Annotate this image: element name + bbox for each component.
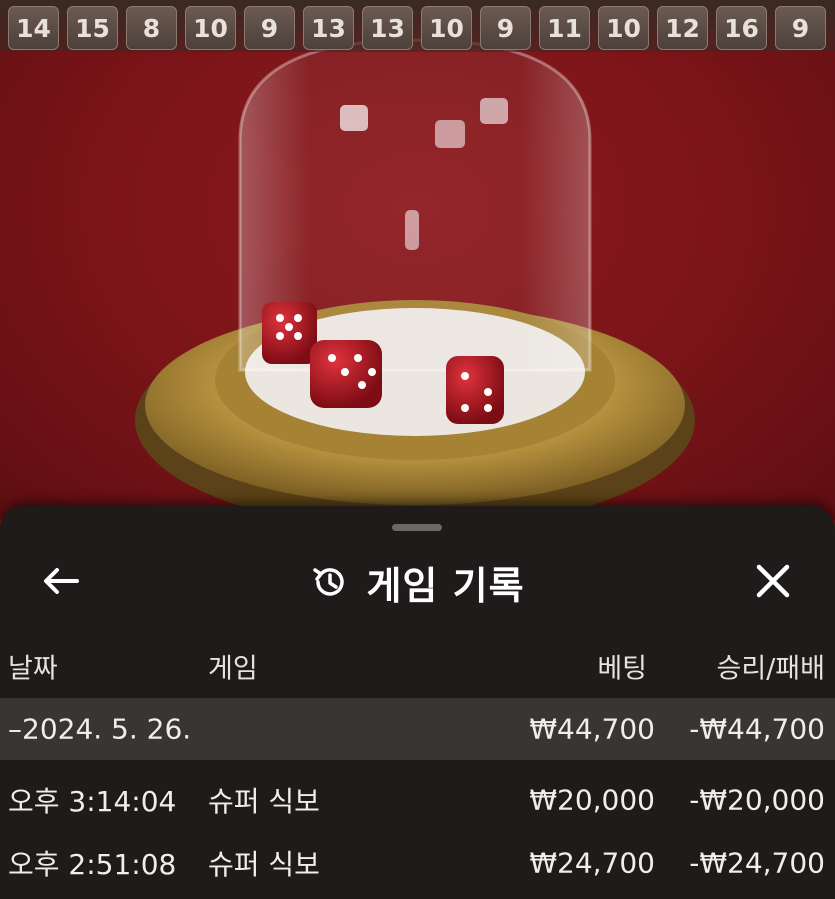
table-row[interactable]: 오후 2:51:08 슈퍼 식보 ₩24,700 -₩24,700 xyxy=(0,832,835,894)
dice-shaker-dome xyxy=(135,38,695,520)
history-result: 14 xyxy=(8,6,59,50)
history-result: 16 xyxy=(716,6,767,50)
history-icon xyxy=(313,568,345,596)
result-history-strip: 14 15 8 10 9 13 13 10 9 11 10 12 16 9 xyxy=(0,0,835,52)
row-game: 슈퍼 식보 xyxy=(208,785,320,818)
history-result: 12 xyxy=(657,6,708,50)
column-header-date: 날짜 xyxy=(8,653,58,685)
column-header-bet: 베팅 xyxy=(597,653,647,685)
sheet-drag-handle[interactable] xyxy=(392,524,442,531)
row-win-loss: -₩20,000 xyxy=(689,783,825,817)
history-result: 13 xyxy=(303,6,354,50)
close-icon xyxy=(756,564,790,598)
history-result: 10 xyxy=(421,6,472,50)
date-group-row[interactable]: –2024. 5. 26. ₩44,700 -₩44,700 xyxy=(0,698,835,760)
group-win-loss-total: -₩44,700 xyxy=(689,712,825,746)
row-time: 오후 3:14:04 xyxy=(8,785,177,818)
history-result: 11 xyxy=(539,6,590,50)
history-result: 15 xyxy=(67,6,118,50)
history-result: 10 xyxy=(598,6,649,50)
group-date: –2024. 5. 26. xyxy=(8,712,192,746)
column-header-game: 게임 xyxy=(208,653,258,685)
row-bet: ₩24,700 xyxy=(529,846,655,880)
table-row[interactable]: 오후 3:14:04 슈퍼 식보 ₩20,000 -₩20,000 xyxy=(0,769,835,831)
column-header-win-loss: 승리/패배 xyxy=(716,653,825,685)
dice-table-video xyxy=(0,0,835,520)
sheet-header: 게임 기록 xyxy=(0,542,835,622)
sheet-title: 게임 기록 xyxy=(366,563,525,608)
close-button[interactable] xyxy=(748,556,798,606)
game-history-sheet: 게임 기록 날짜 게임 베팅 승리/패배 –2024. 5. 26. ₩44,7… xyxy=(0,506,835,899)
row-time: 오후 2:51:08 xyxy=(8,848,177,881)
history-result: 9 xyxy=(775,6,826,50)
sheet-title-group: 게임 기록 xyxy=(0,554,835,610)
history-result: 9 xyxy=(244,6,295,50)
group-bet-total: ₩44,700 xyxy=(529,712,655,746)
table-header: 날짜 게임 베팅 승리/패배 xyxy=(0,638,835,694)
history-result: 10 xyxy=(185,6,236,50)
history-result: 13 xyxy=(362,6,413,50)
history-result: 8 xyxy=(126,6,177,50)
row-win-loss: -₩24,700 xyxy=(689,846,825,880)
row-game: 슈퍼 식보 xyxy=(208,848,320,881)
history-result: 9 xyxy=(480,6,531,50)
row-bet: ₩20,000 xyxy=(529,783,655,817)
